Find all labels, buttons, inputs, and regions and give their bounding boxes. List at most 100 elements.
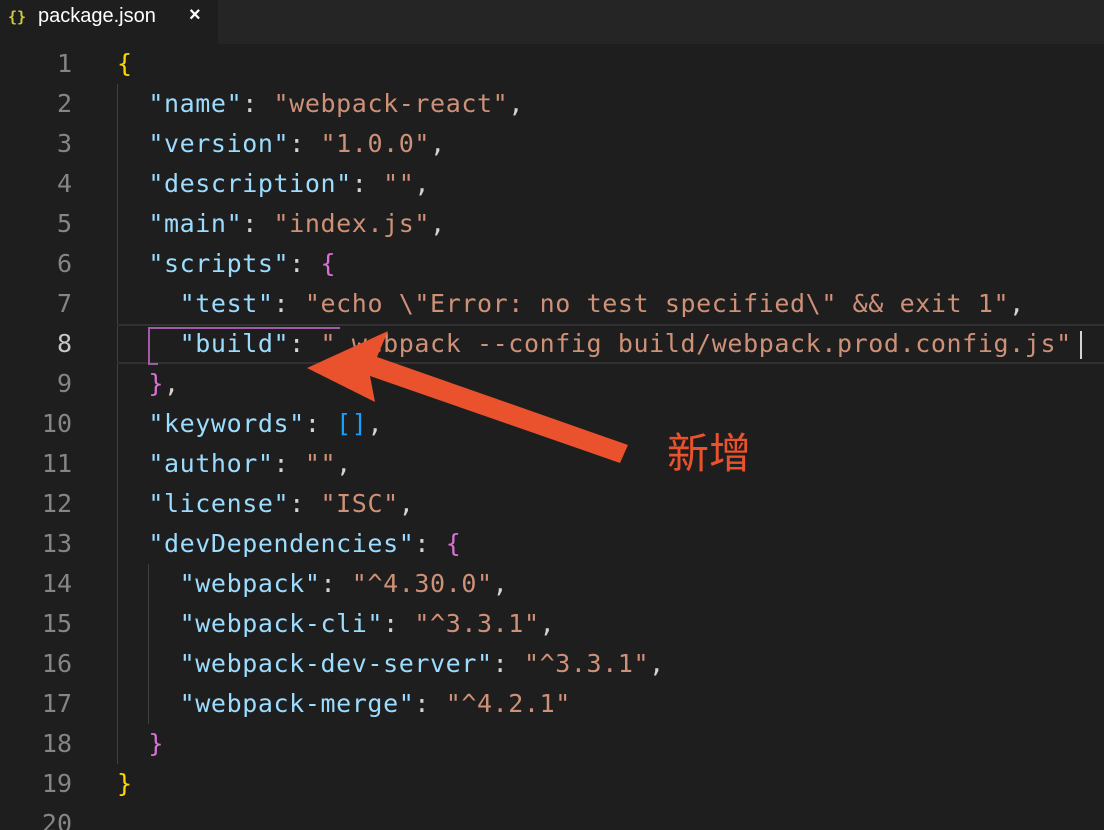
code-line: 6 "scripts": { (0, 244, 1104, 284)
code-token: "" (383, 169, 415, 198)
code-line: 20 (0, 804, 1104, 830)
tab-package-json[interactable]: {} package.json × (0, 0, 218, 44)
line-content: { (117, 44, 133, 84)
code-token: : (304, 409, 337, 438)
code-line: 14 "webpack": "^4.30.0", (0, 564, 1104, 604)
code-token: } (117, 769, 133, 798)
code-token: "devDependencies" (148, 529, 415, 558)
code-line: 5 "main": "index.js", (0, 204, 1104, 244)
line-number: 20 (41, 809, 72, 830)
code-token: : (320, 569, 352, 598)
line-number: 17 (41, 689, 72, 718)
code-token: "test" (179, 289, 274, 318)
code-token: "scripts" (148, 249, 290, 278)
code-token: "webpack-react" (273, 89, 509, 118)
code-token: , (539, 609, 556, 638)
code-line: 12 "license": "ISC", (0, 484, 1104, 524)
code-token: " webpack --config build/webpack.prod.co… (320, 329, 1072, 358)
code-line: 10 "keywords": [], (0, 404, 1104, 444)
code-token: "webpack" (179, 569, 321, 598)
code-token: : (273, 449, 305, 478)
line-content: "build": " webpack --config build/webpac… (117, 324, 1072, 364)
code-token: , (367, 409, 384, 438)
code-token: "echo \"Error: no test specified\" && ex… (304, 289, 1010, 318)
code-token: : (289, 329, 321, 358)
code-token: "build" (179, 329, 290, 358)
code-token: "license" (148, 489, 290, 518)
tab-bar: {} package.json × (0, 0, 1104, 44)
code-token: "author" (148, 449, 274, 478)
code-line: 4 "description": "", (0, 164, 1104, 204)
code-token: : (289, 249, 321, 278)
line-number: 11 (41, 449, 72, 478)
line-content: } (117, 764, 133, 804)
code-line: 16 "webpack-dev-server": "^3.3.1", (0, 644, 1104, 684)
code-line: 13 "devDependencies": { (0, 524, 1104, 564)
code-token: "keywords" (148, 409, 305, 438)
line-number: 18 (41, 729, 72, 758)
code-token: "^3.3.1" (523, 649, 650, 678)
code-token: : (273, 289, 305, 318)
line-content: "webpack-merge": "^4.2.1" (117, 684, 571, 724)
code-area[interactable]: 1{2 "name": "webpack-react", 3 "version":… (0, 44, 1104, 830)
tab-title: package.json (38, 5, 156, 27)
code-token: , (430, 209, 446, 238)
annotation-label: 新增 (667, 429, 752, 478)
code-line: 19} (0, 764, 1104, 804)
code-token: "webpack-dev-server" (179, 649, 493, 678)
line-content: "webpack-dev-server": "^3.3.1", (117, 644, 665, 684)
line-number: 19 (41, 769, 72, 798)
code-token: , (430, 129, 446, 158)
json-file-icon: {} (8, 8, 27, 26)
code-token: : (289, 129, 321, 158)
line-content: "devDependencies": { (117, 524, 461, 564)
line-number: 9 (56, 369, 72, 398)
code-token: : (414, 529, 446, 558)
code-token: : (414, 689, 446, 718)
code-line: 9 }, (0, 364, 1104, 404)
code-line: 2 "name": "webpack-react", (0, 84, 1104, 124)
code-token: [] (336, 409, 368, 438)
line-number: 12 (41, 489, 72, 518)
code-token: , (649, 649, 665, 678)
code-line: 8 "build": " webpack --config build/webp… (0, 324, 1104, 364)
line-number: 6 (56, 249, 72, 278)
code-editor: {} package.json × 1{2 "name": "webpack-r… (0, 0, 1104, 830)
code-token: : (351, 169, 384, 198)
code-token: "^3.3.1" (414, 609, 540, 638)
code-token: : (242, 209, 274, 238)
code-token: , (492, 569, 509, 598)
line-number: 7 (56, 289, 72, 318)
code-token: "webpack-merge" (179, 689, 415, 718)
code-token: { (320, 249, 337, 278)
line-number: 4 (56, 169, 72, 198)
line-number: 15 (41, 609, 72, 638)
line-content: "license": "ISC", (117, 484, 414, 524)
line-content: "name": "webpack-react", (117, 84, 524, 124)
line-number: 1 (56, 49, 72, 78)
code-token: : (383, 609, 415, 638)
code-token: , (163, 369, 180, 398)
code-token: "1.0.0" (320, 129, 431, 158)
line-content: "keywords": [], (117, 404, 383, 444)
line-number: 2 (56, 89, 72, 118)
line-number: 16 (41, 649, 72, 678)
code-token: "^4.30.0" (351, 569, 493, 598)
line-number: 14 (41, 569, 72, 598)
text-cursor (1080, 331, 1082, 359)
code-token: "main" (148, 209, 243, 238)
close-icon[interactable]: × (189, 4, 201, 27)
code-line: 1{ (0, 44, 1104, 84)
